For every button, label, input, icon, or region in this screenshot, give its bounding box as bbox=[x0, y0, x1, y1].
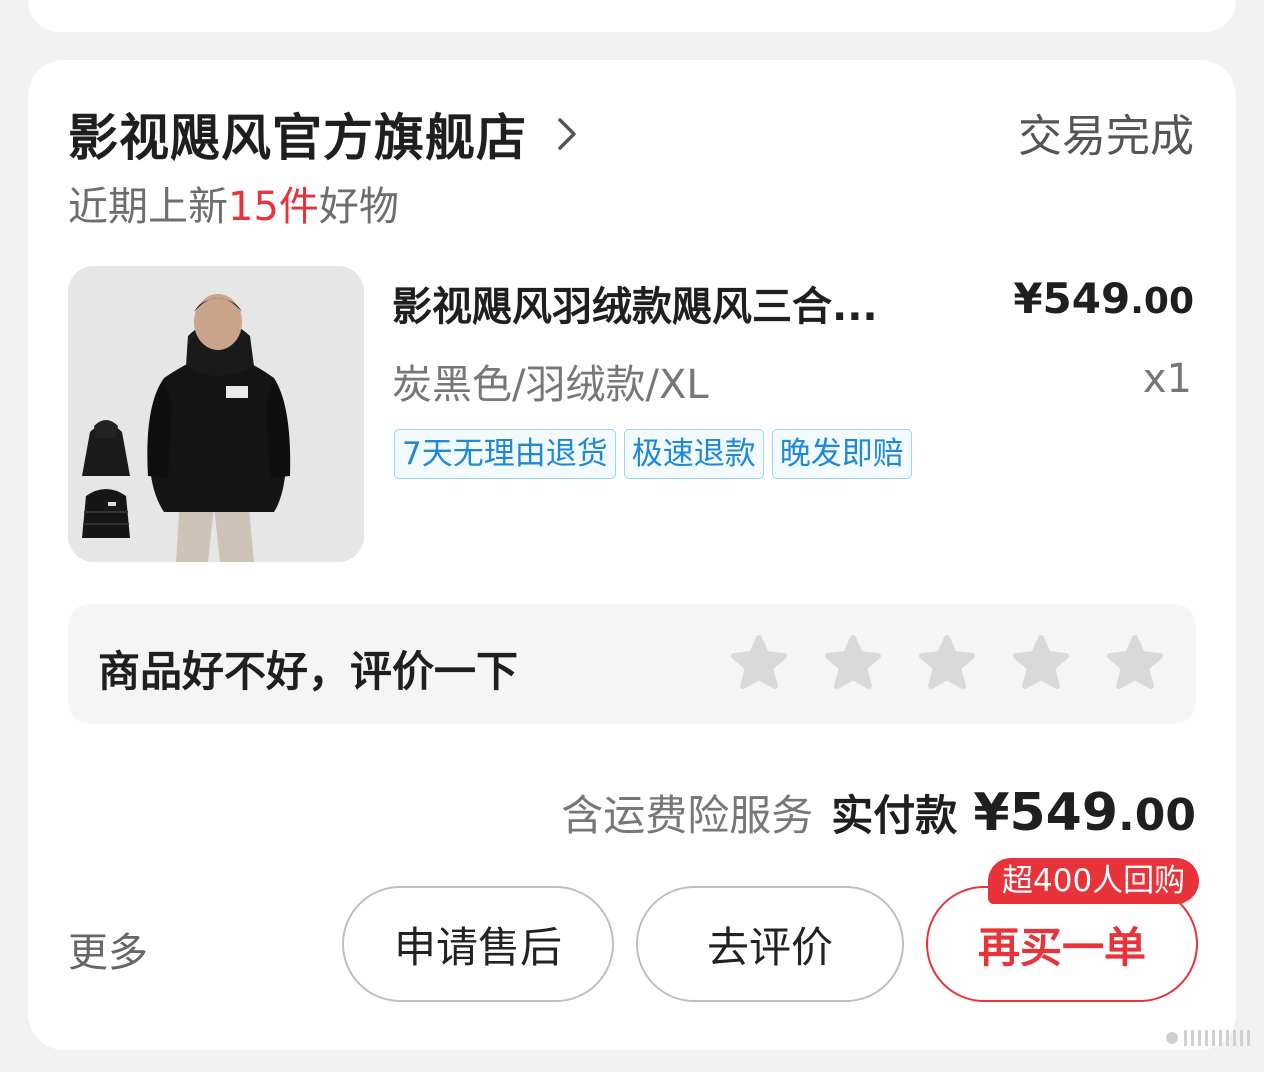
tag-fast-refund: 极速退款 bbox=[623, 429, 764, 479]
jacket-icon bbox=[68, 266, 364, 562]
new-items-count: 15件 bbox=[228, 184, 319, 230]
store-name[interactable]: 影视飓风官方旗舰店 bbox=[68, 98, 527, 170]
star-icon-3[interactable] bbox=[918, 634, 976, 692]
star-rating[interactable] bbox=[730, 634, 1164, 692]
watermark-logo bbox=[1166, 1030, 1250, 1046]
star-icon-5[interactable] bbox=[1106, 634, 1164, 692]
order-card: 影视飓风官方旗舰店 交易完成 近期上新15件好物 影视飓风羽绒款飓风三合... … bbox=[28, 60, 1236, 1050]
write-review-button[interactable]: 去评价 bbox=[636, 886, 904, 1002]
product-quantity: x1 bbox=[1142, 356, 1192, 402]
more-button[interactable]: 更多 bbox=[68, 920, 148, 978]
store-header[interactable]: 影视飓风官方旗舰店 bbox=[68, 98, 581, 170]
insurance-note: 含运费险服务 bbox=[561, 791, 814, 840]
tag-return: 7天无理由退货 bbox=[394, 429, 616, 479]
product-price: ¥549.00 bbox=[1013, 274, 1194, 323]
paid-label: 实付款 bbox=[831, 791, 958, 840]
review-prompt: 商品好不好，评价一下 bbox=[98, 647, 519, 696]
review-prompt-box: 商品好不好，评价一下 bbox=[68, 604, 1196, 724]
previous-order-card bbox=[28, 0, 1236, 32]
star-icon-2[interactable] bbox=[824, 634, 882, 692]
product-image[interactable] bbox=[68, 266, 364, 562]
star-icon-4[interactable] bbox=[1012, 634, 1070, 692]
after-sale-button[interactable]: 申请售后 bbox=[342, 886, 614, 1002]
total-amount: ¥549.00 bbox=[973, 783, 1196, 843]
payment-summary: 含运费险服务 实付款 ¥549.00 bbox=[561, 782, 1196, 843]
product-spec: 炭黑色/羽绒款/XL bbox=[392, 362, 709, 408]
tag-late-compensation: 晚发即赔 bbox=[771, 429, 912, 479]
service-tags: 7天无理由退货 极速退款 晚发即赔 bbox=[394, 429, 912, 479]
product-title[interactable]: 影视飓风羽绒款飓风三合... bbox=[392, 274, 952, 332]
star-icon-1[interactable] bbox=[730, 634, 788, 692]
chevron-right-icon[interactable] bbox=[555, 114, 581, 154]
rebuy-badge: 超400人回购 bbox=[988, 858, 1200, 904]
store-new-items[interactable]: 近期上新15件好物 bbox=[68, 174, 399, 232]
order-status: 交易完成 bbox=[1018, 111, 1194, 162]
